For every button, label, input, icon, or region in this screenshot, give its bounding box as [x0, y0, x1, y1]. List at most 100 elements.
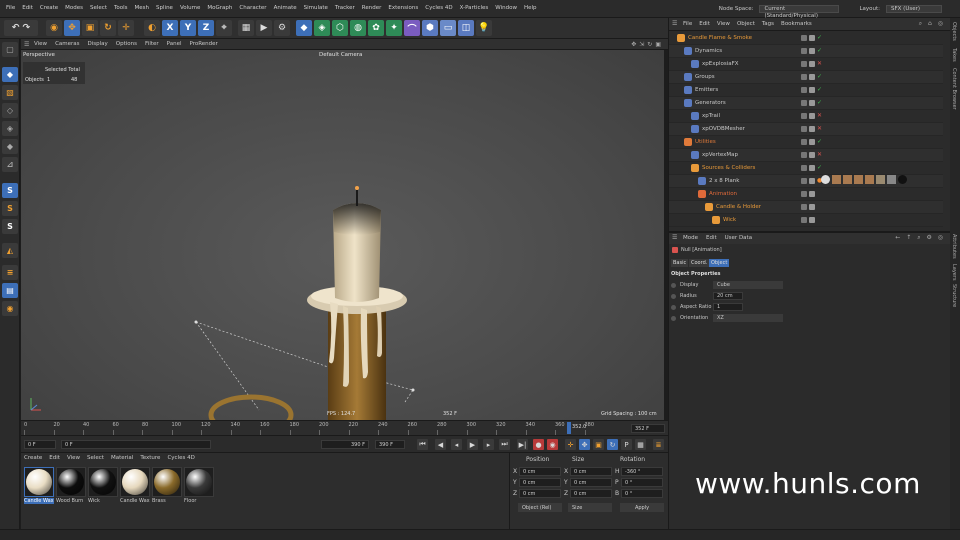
enable-toggle-icon[interactable]: ✕	[817, 126, 823, 132]
undo-icon[interactable]: ↶ ↷	[4, 20, 38, 36]
layer-flag-icon[interactable]	[801, 61, 807, 67]
material-swatch[interactable]: Candle Wax	[120, 467, 150, 504]
attribute-menu-item[interactable]: Edit	[706, 235, 717, 241]
end-frame-field[interactable]: 390 F	[375, 440, 405, 449]
workplane-snap-icon[interactable]: S	[2, 219, 18, 234]
apply-button[interactable]: Apply	[620, 503, 664, 512]
rotation-field[interactable]: 0 °	[621, 489, 663, 498]
layer-flag-icon[interactable]	[801, 191, 807, 197]
menu-item[interactable]: File	[6, 5, 15, 11]
material-menu-item[interactable]: Edit	[49, 455, 60, 461]
material-swatch[interactable]: Floor	[184, 467, 214, 504]
layer-flag-icon[interactable]	[801, 48, 807, 54]
visibility-flag-icon[interactable]	[809, 152, 815, 158]
object-tree-row[interactable]: Generators ✓	[669, 97, 943, 110]
object-tree-row[interactable]: Animation	[669, 188, 943, 201]
timeline-ruler[interactable]: 0 20 40 60 80 100 120 140 160 180 200 220 240 260 280 3…	[21, 420, 668, 435]
property-value[interactable]: XZ	[713, 314, 783, 322]
visibility-flag-icon[interactable]	[809, 113, 815, 119]
node-space-dropdown[interactable]: Current (Standard/Physical)	[759, 5, 840, 19]
object-tree-row[interactable]: Candle & Holder	[669, 201, 943, 214]
enable-toggle-icon[interactable]: ✓	[817, 35, 823, 41]
object-manager-search-icon[interactable]: ⌕ ⌂ ◎	[919, 20, 945, 28]
material-tag-icon[interactable]	[854, 175, 863, 184]
menu-item[interactable]: Tools	[114, 5, 128, 11]
object-tree-row[interactable]: xpTrail ✕	[669, 110, 943, 123]
object-tree-row[interactable]: Wick	[669, 214, 943, 227]
tab-object[interactable]: Object	[709, 259, 730, 267]
enable-toggle-icon[interactable]: ✕	[817, 152, 823, 158]
menu-item[interactable]: Window	[495, 5, 517, 11]
workplane-icon[interactable]: ◭	[2, 243, 18, 258]
viewport-menu-item[interactable]: Options	[116, 41, 137, 47]
size-field[interactable]: 0 cm	[570, 478, 612, 487]
enable-toggle-icon[interactable]: ✓	[817, 87, 823, 93]
coordinate-system-icon[interactable]: ⌖	[216, 20, 232, 36]
layer-flag-icon[interactable]	[801, 139, 807, 145]
phong-tag-icon[interactable]	[821, 175, 830, 184]
visibility-flag-icon[interactable]	[809, 87, 815, 93]
layer-flag-icon[interactable]	[801, 35, 807, 41]
enable-toggle-icon[interactable]: ✓	[817, 48, 823, 54]
live-selection-icon[interactable]: ◉	[46, 20, 62, 36]
object-tree-row[interactable]: xpOVDBMesher ✕	[669, 123, 943, 136]
checker-tag-icon[interactable]	[887, 175, 896, 184]
attribute-menu-item[interactable]: User Data	[725, 235, 752, 241]
object-tree-row[interactable]: xpExplosiaFX ✕	[669, 58, 943, 71]
object-tree-row[interactable]: Sources & Colliders ✓	[669, 162, 943, 175]
visibility-flag-icon[interactable]	[809, 178, 815, 184]
subdivision-icon[interactable]: ◈	[314, 20, 330, 36]
object-tree-row[interactable]: Utilities ✓	[669, 136, 943, 149]
menu-item[interactable]: Modes	[65, 5, 83, 11]
rotate-tool-icon[interactable]: ↻	[100, 20, 116, 36]
menu-item[interactable]: Spline	[156, 5, 173, 11]
viewport-nav-icons[interactable]: ✥⇲↻▣	[631, 41, 664, 48]
side-tab-structure[interactable]: Structure	[951, 284, 957, 307]
menu-item[interactable]: Cycles 4D	[425, 5, 452, 11]
object-manager-menu-item[interactable]: Tags	[762, 21, 774, 27]
stack-icon[interactable]: ▤	[2, 283, 18, 298]
viewport-menu-item[interactable]: ProRender	[190, 41, 218, 47]
material-menu-item[interactable]: Material	[111, 455, 133, 461]
enable-toggle-icon[interactable]: ✕	[817, 113, 823, 119]
axis-mode-icon[interactable]: ⊿	[2, 157, 18, 172]
enable-toggle-icon[interactable]: ✓	[817, 100, 823, 106]
coordinate-mode-dropdown[interactable]: Object (Rel)	[518, 503, 562, 512]
layer-icon[interactable]: ≡	[2, 265, 18, 280]
object-tree-row[interactable]: xpVertexMap ✕	[669, 149, 943, 162]
animate-property-icon[interactable]	[671, 315, 676, 321]
autokey-icon[interactable]: ◉	[547, 439, 558, 450]
key-scale-icon[interactable]: ▣	[593, 439, 604, 450]
material-tag-icon[interactable]	[843, 175, 852, 184]
menu-item[interactable]: Help	[524, 5, 537, 11]
layer-flag-icon[interactable]	[801, 217, 807, 223]
scene-icon[interactable]: ⬢	[422, 20, 438, 36]
animate-property-icon[interactable]	[671, 304, 676, 310]
texture-mode-icon[interactable]: ▧	[2, 85, 18, 100]
material-menu-item[interactable]: Texture	[140, 455, 160, 461]
enable-toggle-icon[interactable]	[817, 191, 823, 197]
object-mode-icon[interactable]: ◐	[144, 20, 160, 36]
menu-item[interactable]: Render	[362, 5, 382, 11]
visibility-flag-icon[interactable]	[809, 139, 815, 145]
property-value[interactable]: Cube	[713, 281, 783, 289]
key-position-icon[interactable]: ✛	[565, 439, 576, 450]
model-mode-icon[interactable]: ◆	[2, 67, 18, 82]
key-rotation-icon[interactable]: ↻	[607, 439, 618, 450]
position-field[interactable]: 0 cm	[519, 467, 561, 476]
viewport-menu-item[interactable]: Filter	[145, 41, 159, 47]
prev-key-icon[interactable]: ◀	[435, 439, 446, 450]
visibility-flag-icon[interactable]	[809, 217, 815, 223]
play-icon[interactable]: ▶	[467, 439, 478, 450]
material-menu-item[interactable]: Cycles 4D	[167, 455, 194, 461]
menu-item[interactable]: Simulate	[304, 5, 328, 11]
playhead[interactable]	[567, 422, 571, 434]
rotation-field[interactable]: 0 °	[621, 478, 663, 487]
go-to-end-icon[interactable]: ⏭	[499, 439, 510, 450]
visibility-flag-icon[interactable]	[809, 126, 815, 132]
object-tree-row[interactable]: Candle Flame & Smoke ✓	[669, 32, 943, 45]
menu-item[interactable]: Select	[90, 5, 107, 11]
go-to-start-icon[interactable]: ⏮	[417, 439, 428, 450]
prev-frame-icon[interactable]: ◂	[451, 439, 462, 450]
object-manager-menu-icon[interactable]: ☰	[672, 20, 677, 27]
